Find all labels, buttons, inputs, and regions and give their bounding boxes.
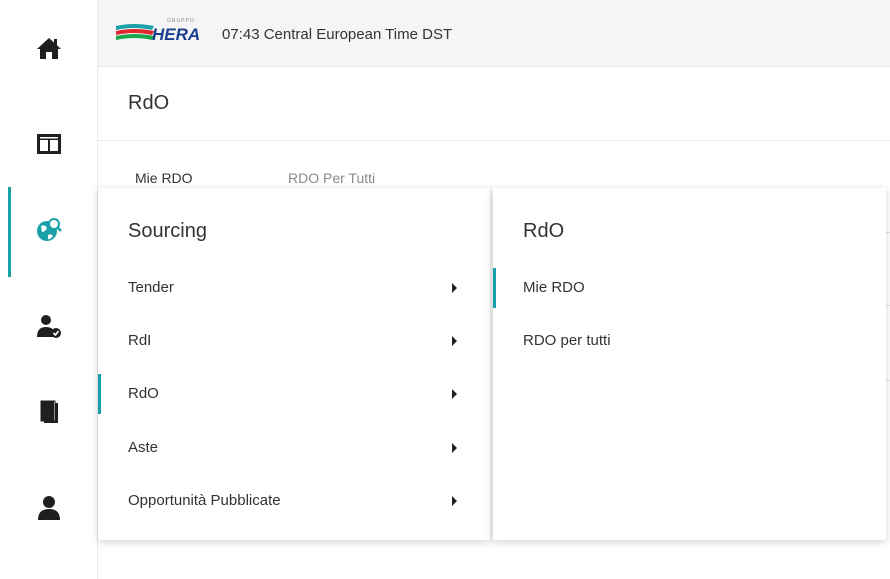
sourcing-menu-heading: Sourcing [128,220,207,242]
menu-item-label: Opportunità Pubblicate [128,492,281,509]
sourcing-menu-panel: Sourcing Tender RdI RdO Aste Opportunità… [98,188,490,540]
tab-rdo-per-tutti[interactable]: RDO Per Tutti [288,170,375,186]
profile-icon [37,496,60,520]
dashboard-nav-button[interactable] [0,114,97,174]
chevron-right-icon [452,389,457,399]
menu-item-opportunita-pubblicate[interactable]: Opportunità Pubblicate [98,481,490,521]
page-title: RdO [128,92,170,114]
profile-nav-button[interactable] [0,478,97,538]
chevron-right-icon [452,496,457,506]
submenu-item-mie-rdo[interactable]: Mie RDO [493,268,886,308]
documents-icon [40,400,58,423]
menu-item-label: Tender [128,279,174,296]
chevron-right-icon [452,443,457,453]
sourcing-nav-button[interactable] [0,200,97,260]
menu-active-indicator [98,374,101,414]
menu-item-aste[interactable]: Aste [98,428,490,468]
dashboard-icon [36,134,61,154]
documents-nav-button[interactable] [0,382,97,442]
user-check-icon [36,315,61,338]
menu-item-label: RdO [128,385,159,402]
submenu-item-label: RDO per tutti [523,332,611,349]
home-icon [36,38,61,59]
chevron-right-icon [452,336,457,346]
menu-item-rdi[interactable]: RdI [98,321,490,361]
menu-item-label: Aste [128,439,159,456]
user-check-nav-button[interactable] [0,296,97,356]
top-header: GRUPPO HERA 07:43 Central European Time … [98,0,890,67]
divider [98,140,890,141]
clock-display: 07:43 Central European Time DST [222,26,453,43]
logo-group-text: GRUPPO [167,18,195,24]
menu-item-rdo[interactable]: RdO [98,374,490,414]
logo-brand-text: HERA [152,25,200,44]
submenu-item-label: Mie RDO [523,279,585,296]
rdo-submenu-panel: RdO Mie RDO RDO per tutti [493,188,886,540]
icon-sidebar [0,0,98,579]
home-nav-button[interactable] [0,18,97,78]
chevron-right-icon [452,283,457,293]
submenu-item-rdo-per-tutti[interactable]: RDO per tutti [493,321,886,361]
sourcing-globe-icon [36,218,62,241]
menu-item-label: RdI [128,332,152,349]
rdo-submenu-heading: RdO [523,220,565,242]
menu-item-tender[interactable]: Tender [98,268,490,308]
hera-logo: GRUPPO HERA [114,16,206,52]
hera-logo-graphic: GRUPPO HERA [116,18,200,44]
tab-mie-rdo[interactable]: Mie RDO [135,170,193,186]
submenu-active-indicator [493,268,496,308]
